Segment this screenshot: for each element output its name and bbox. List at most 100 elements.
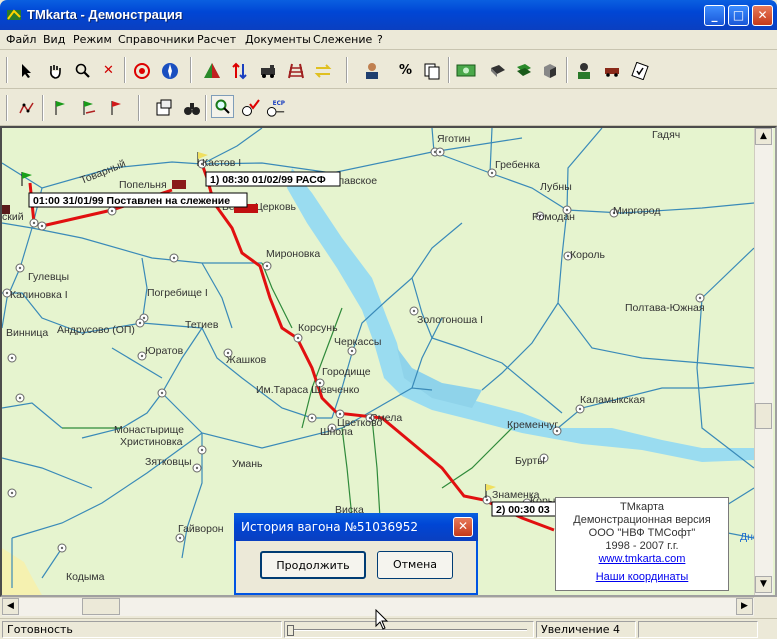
box-icon[interactable] [538,59,561,82]
station-label-zhashkov[interactable]: Жашков [226,354,267,366]
station-label-korol[interactable]: Король [570,249,606,261]
station-label-kalinovka[interactable]: Калиновка I [10,289,68,301]
station-label-shevchenko[interactable]: Им.Тараса Шевченко [256,384,360,396]
station-label-uman[interactable]: Умань [232,458,263,470]
station-label-poltava-yuzhnaya[interactable]: Полтава-Южная [625,302,705,314]
arrows-updown-icon[interactable] [228,59,251,82]
station-label-pogrebishche[interactable]: Погребище I [147,287,208,299]
station-label-andrusovo[interactable]: Андрусово (ОП) [57,324,135,336]
pyramid-icon[interactable] [200,59,223,82]
scroll-down-icon[interactable]: ▼ [755,576,772,593]
ecp-station-icon[interactable]: ECP [265,96,288,119]
scroll-right-icon[interactable]: ▶ [736,598,753,615]
zoom-slider[interactable] [284,621,534,638]
contacts-link[interactable]: Наши координаты [556,571,728,584]
clipboard-check-icon[interactable] [628,59,651,82]
menu-calculation[interactable]: Расчет [197,33,236,46]
delete-icon[interactable]: ✕ [97,59,120,82]
station-label-kremenchug[interactable]: Кременчуг [507,419,558,431]
flag-route-icon[interactable] [76,96,99,119]
station-label-khristinovka[interactable]: Христиновка [120,436,183,448]
swap-arrows-icon[interactable] [311,59,334,82]
station-label-zolotonosha[interactable]: Золотоноша I [417,314,483,326]
railtrack-icon[interactable] [284,59,307,82]
station-label-shpola[interactable]: Шпола [320,426,353,438]
route-event-label-2[interactable]: 2) 00:30 03 [491,501,563,517]
binoculars-icon[interactable] [180,96,203,119]
station-label-yagotin[interactable]: Яготин [437,133,470,145]
menu-view[interactable]: Вид [43,33,65,46]
station-label-tetiev[interactable]: Тетиев [185,319,219,331]
station-label-burty[interactable]: Бурты [515,455,545,467]
close-button[interactable]: ✕ [752,5,773,26]
maximize-button[interactable]: □ [728,5,749,26]
route-event-label-0[interactable]: 01:00 31/01/99 Поставлен на слежение [28,192,248,208]
station-label-yuratov[interactable]: Юратов [145,345,184,357]
dialog-close-button[interactable]: ✕ [453,517,473,537]
pointer-icon[interactable] [15,59,38,82]
station-label-lubny[interactable]: Лубны [540,181,572,193]
station-dot-center [18,266,22,270]
continue-button[interactable]: Продолжить [260,551,366,579]
vertical-scroll-thumb[interactable] [755,403,772,429]
station-label-monastyrishche[interactable]: Монастырище [114,424,184,436]
station-label-mironovka[interactable]: Мироновка [266,248,320,260]
station-label-romodan[interactable]: Ромодан [532,211,575,223]
station-dot-center [438,150,442,154]
flag-red-icon[interactable] [104,96,127,119]
documents-icon[interactable] [420,59,443,82]
money-icon[interactable] [454,59,477,82]
station-label-kodyma[interactable]: Кодыма [66,571,105,583]
operator-icon[interactable] [360,59,383,82]
zoom-icon[interactable] [71,59,94,82]
cancel-button[interactable]: Отмена [377,551,453,579]
hand-icon[interactable] [43,59,66,82]
properties-icon[interactable] [152,96,175,119]
menu-documents[interactable]: Документы [245,33,311,46]
station-label-dnepr[interactable]: Днепр [740,531,754,543]
station-label-cherkassy[interactable]: Черкассы [334,336,381,348]
books-icon[interactable] [512,59,535,82]
horizontal-scroll-thumb[interactable] [82,598,120,615]
station-label-popelnya[interactable]: Попельня [119,179,167,191]
locomotive-icon[interactable] [256,59,279,82]
station-label-gadyach[interactable]: Гадяч [652,129,680,141]
info-version: Демонстрационная версия [573,514,711,526]
menu-file[interactable]: Файл [6,33,36,46]
menu-mode[interactable]: Режим [73,33,112,46]
route-event-label-1[interactable]: 1) 08:30 01/02/99 РАСФ [205,171,341,187]
minimize-button[interactable]: _ [704,5,725,26]
station-dot-center [338,412,342,416]
svg-text:2) 00:30 03: 2) 00:30 03 [496,504,550,516]
book-icon[interactable] [486,59,509,82]
station-label-kastov[interactable]: Кастов I [202,157,241,169]
scroll-left-icon[interactable]: ◀ [2,598,19,615]
flag-green-icon[interactable] [48,96,71,119]
station-label-grebenka[interactable]: Гребенка [495,159,540,171]
station-label-zyatkovtsy[interactable]: Зятковцы [145,456,192,468]
users-icon[interactable] [572,59,595,82]
percent-icon[interactable]: % [394,59,417,82]
polyline-icon[interactable] [15,96,38,119]
station-label-korsun[interactable]: Корсунь [298,322,338,334]
website-link[interactable]: www.tmkarta.com [556,553,728,566]
find-station-icon[interactable] [211,95,234,118]
train-marker-1[interactable] [172,180,186,189]
wagon-icon[interactable] [600,59,623,82]
station-label-vinnitsa[interactable]: Винница [6,327,48,339]
train-marker-3[interactable] [2,205,10,214]
scroll-up-icon[interactable]: ▲ [755,128,772,145]
station-label-mirgorod[interactable]: Миргород [613,205,660,217]
station-label-kalamykskaya[interactable]: Каламыкская [580,394,645,406]
menu-reference[interactable]: Справочники [118,33,194,46]
station-label-gorodishche[interactable]: Городище [322,366,371,378]
menu-tracking[interactable]: Слежение [313,33,372,46]
menu-help[interactable]: ? [377,33,383,46]
station-label-gayvoron[interactable]: Гайворон [178,523,224,535]
station-label-gulevtsy[interactable]: Гулевцы [28,271,69,283]
compass-icon[interactable] [158,59,181,82]
zoom-slider-thumb[interactable] [287,625,294,636]
vertical-scrollbar[interactable]: ▲ ▼ [754,128,773,595]
station-check-icon[interactable] [239,96,262,119]
target-icon[interactable] [130,59,153,82]
